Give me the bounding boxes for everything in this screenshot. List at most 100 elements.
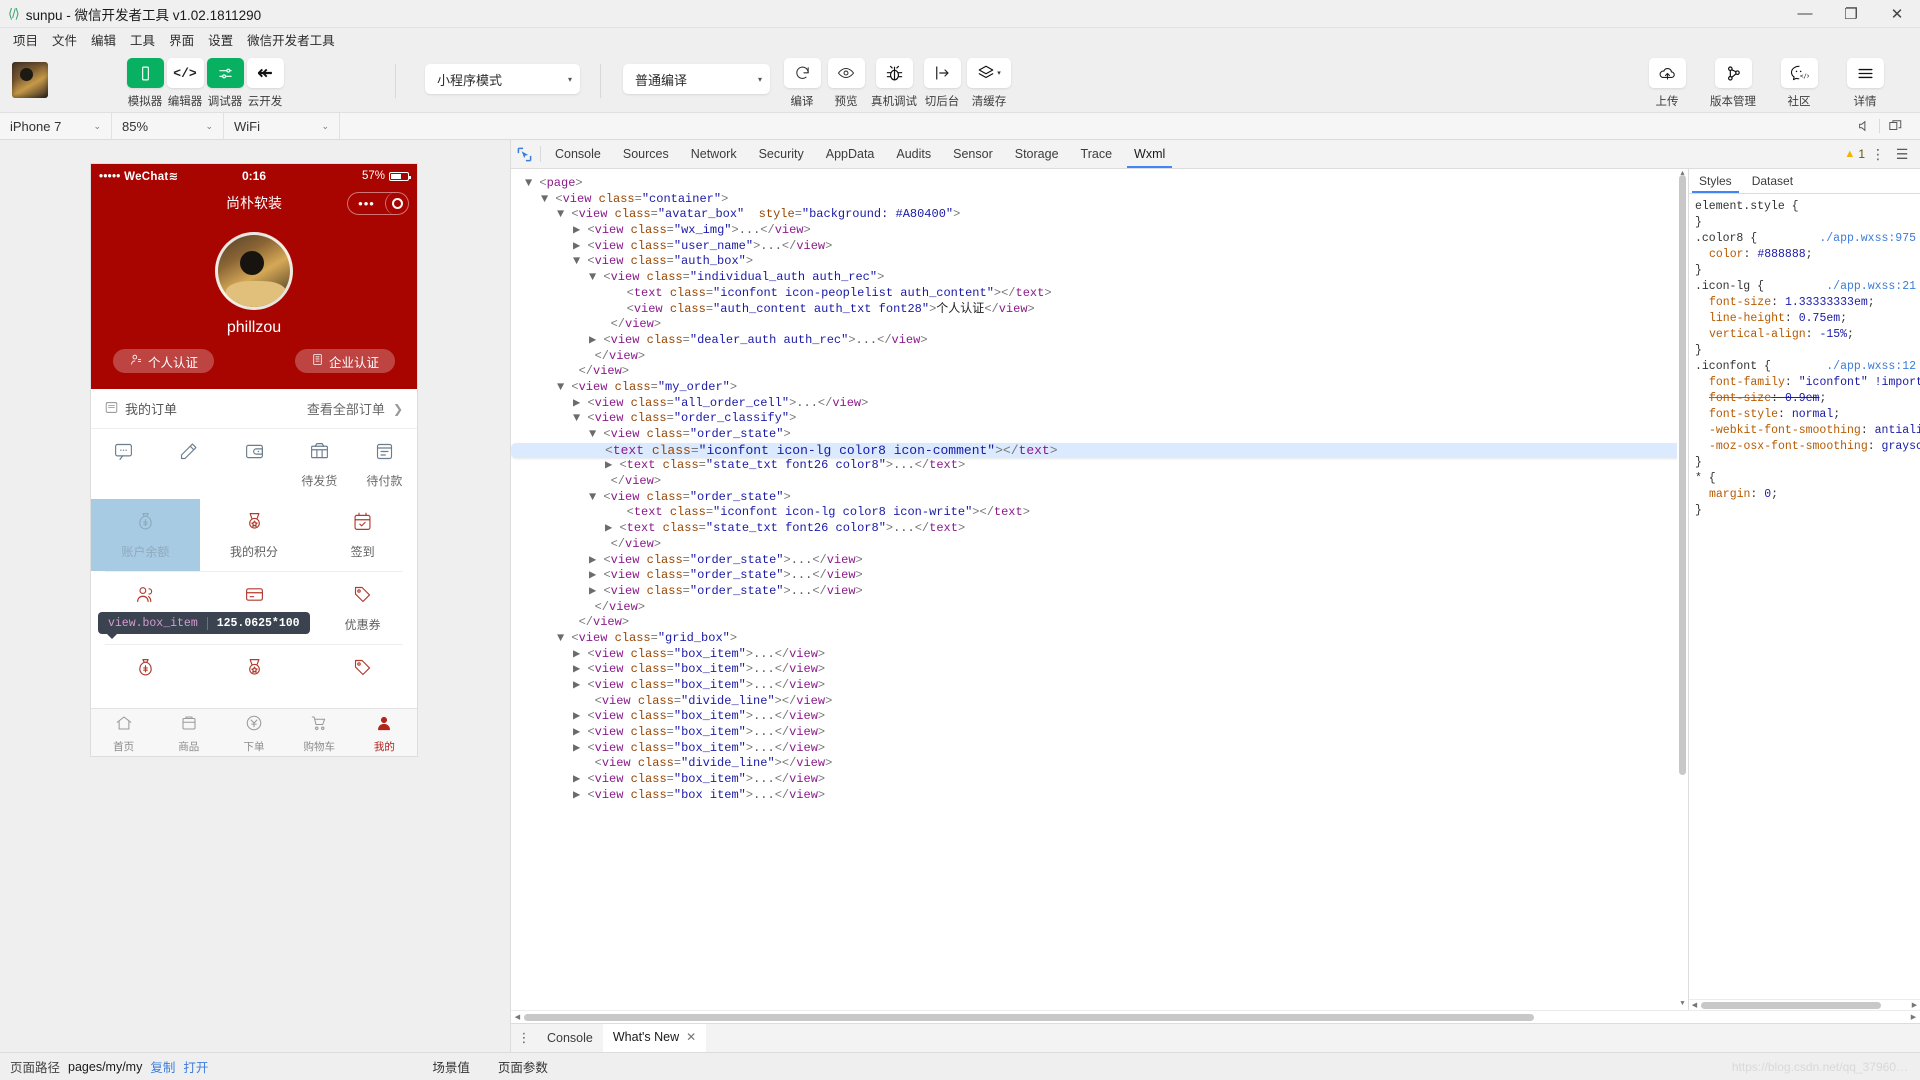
- style-declaration[interactable]: vertical-align: -15%;: [1695, 327, 1920, 343]
- hamburger-icon[interactable]: ☰: [1891, 146, 1913, 163]
- tabbar-item-0[interactable]: 首页: [91, 709, 156, 756]
- box-item[interactable]: [91, 645, 200, 700]
- tree-toggle-icon[interactable]: ▶: [589, 553, 596, 567]
- wxml-tree-row[interactable]: ▶ <text class="state_txt font26 color8">…: [511, 458, 1688, 474]
- wxml-tree-row[interactable]: </view>: [511, 364, 1688, 380]
- box-item[interactable]: [308, 645, 417, 700]
- project-avatar[interactable]: [12, 62, 48, 98]
- speaker-mute-icon[interactable]: [1851, 113, 1877, 139]
- tree-toggle-icon[interactable]: ▶: [573, 662, 580, 676]
- wxml-tree-row[interactable]: ▼ <view class="auth_box">: [511, 254, 1688, 270]
- close-button[interactable]: ✕: [1874, 0, 1920, 28]
- auth-pill-0[interactable]: 个人认证: [113, 349, 215, 373]
- tabbar-item-3[interactable]: 购物车: [287, 709, 352, 756]
- wxml-tree-row[interactable]: ▶ <view class="order_state">...</view>: [511, 553, 1688, 569]
- devtools-tab-sensor[interactable]: Sensor: [942, 140, 1004, 168]
- close-icon[interactable]: ✕: [686, 1030, 696, 1044]
- wxml-tree-row[interactable]: </view>: [511, 537, 1688, 553]
- tree-toggle-icon[interactable]: ▼: [557, 380, 564, 394]
- style-declaration[interactable]: font-size: 0.9em;: [1695, 391, 1920, 407]
- toolbar-right-1[interactable]: 版本管理: [1700, 58, 1766, 109]
- style-rule-source[interactable]: ./app.wxss:21: [1826, 279, 1920, 295]
- drawer-tab-what-s-new[interactable]: What's New ✕: [602, 1024, 707, 1052]
- inspect-cursor-icon[interactable]: [511, 140, 537, 168]
- wxml-tree[interactable]: ▼ <page> ▼ <view class="container"> ▼ <vie…: [511, 169, 1688, 1010]
- wxml-tree-row[interactable]: ▶ <view class="box_item">...</view>: [511, 741, 1688, 757]
- wxml-tree-row[interactable]: ▼ <view class="order_classify">: [511, 411, 1688, 427]
- wxml-tree-row[interactable]: <view class="divide_line"></view>: [511, 694, 1688, 710]
- wxml-tree-row[interactable]: ▼ <page>: [511, 176, 1688, 192]
- tree-toggle-icon[interactable]: ▶: [573, 741, 580, 755]
- wxml-tree-row[interactable]: ▶ <view class="order_state">...</view>: [511, 584, 1688, 600]
- styles-tab-styles[interactable]: Styles: [1689, 169, 1742, 193]
- toolbar-action-4[interactable]: ▾ 清缓存: [964, 58, 1014, 109]
- devtools-tab-console[interactable]: Console: [544, 140, 612, 168]
- scrollbar-thumb[interactable]: [1701, 1002, 1881, 1009]
- tree-toggle-icon[interactable]: ▶: [605, 521, 612, 535]
- tree-toggle-icon[interactable]: ▶: [573, 725, 580, 739]
- menu-item-0[interactable]: 项目: [6, 29, 45, 50]
- tree-toggle-icon[interactable]: ▼: [557, 631, 564, 645]
- toolbar-action-0[interactable]: 编译: [780, 58, 824, 109]
- devtools-tab-security[interactable]: Security: [748, 140, 815, 168]
- devtools-tab-sources[interactable]: Sources: [612, 140, 680, 168]
- kebab-menu-icon[interactable]: ⋮: [511, 1024, 537, 1052]
- order-state-0[interactable]: [91, 441, 156, 489]
- order-state-4[interactable]: 待付款: [352, 441, 417, 489]
- style-rule-selector[interactable]: element.style {: [1695, 199, 1920, 215]
- wxml-tree-row[interactable]: ▶ <view class="box item">...</view>: [511, 788, 1688, 804]
- tabbar-item-4[interactable]: 我的: [352, 709, 417, 756]
- box-item[interactable]: 账户余额: [91, 499, 200, 571]
- wxml-tree-row[interactable]: </view>: [511, 600, 1688, 616]
- scroll-right-icon[interactable]: ▶: [1907, 1011, 1920, 1024]
- menu-item-1[interactable]: 文件: [45, 29, 84, 50]
- copy-path-link[interactable]: 复制: [150, 1057, 175, 1076]
- toolbar-right-0[interactable]: 上传: [1634, 58, 1700, 109]
- tree-toggle-icon[interactable]: ▼: [525, 176, 532, 190]
- network-select[interactable]: WiFi ⌄: [224, 113, 340, 139]
- mode-select[interactable]: 小程序模式 ▾: [425, 64, 580, 94]
- tree-toggle-icon[interactable]: ▶: [573, 788, 580, 802]
- toolbar-panel-simulator[interactable]: 模拟器: [125, 58, 165, 109]
- wxml-tree-row[interactable]: ▼ <view class="order_state">: [511, 427, 1688, 443]
- tabbar-item-1[interactable]: 商品: [156, 709, 221, 756]
- menu-item-5[interactable]: 设置: [201, 29, 240, 50]
- tree-toggle-icon[interactable]: ▼: [589, 490, 596, 504]
- style-declaration[interactable]: line-height: 0.75em;: [1695, 311, 1920, 327]
- detach-window-icon[interactable]: [1882, 113, 1908, 139]
- devtools-tab-wxml[interactable]: Wxml: [1123, 140, 1176, 168]
- menu-item-2[interactable]: 编辑: [84, 29, 123, 50]
- toolbar-panel-editor[interactable]: </> 编辑器: [165, 58, 205, 109]
- devtools-tab-audits[interactable]: Audits: [885, 140, 942, 168]
- order-state-1[interactable]: [156, 441, 221, 489]
- tree-toggle-icon[interactable]: ▼: [589, 427, 596, 441]
- tree-toggle-icon[interactable]: ▶: [573, 709, 580, 723]
- devtools-tab-appdata[interactable]: AppData: [815, 140, 886, 168]
- styles-hscrollbar[interactable]: ◀ ▶: [1689, 999, 1920, 1010]
- wxml-tree-row[interactable]: ▶ <view class="user_name">...</view>: [511, 239, 1688, 255]
- tree-toggle-icon[interactable]: ▶: [573, 396, 580, 410]
- style-declaration[interactable]: color: #888888;: [1695, 247, 1920, 263]
- tree-toggle-icon[interactable]: ▼: [573, 254, 580, 268]
- tree-toggle-icon[interactable]: ▶: [589, 584, 596, 598]
- order-state-2[interactable]: [221, 441, 286, 489]
- minimize-button[interactable]: —: [1782, 0, 1828, 28]
- wxml-tree-row[interactable]: ▼ <view class="container">: [511, 192, 1688, 208]
- page-params-label[interactable]: 页面参数: [484, 1057, 562, 1076]
- toolbar-action-1[interactable]: 预览: [824, 58, 868, 109]
- wxml-tree-row[interactable]: ▼ <view class="my_order">: [511, 380, 1688, 396]
- styles-rules[interactable]: element.style {} .color8 {./app.wxss:975 c…: [1689, 194, 1920, 999]
- menu-item-4[interactable]: 界面: [162, 29, 201, 50]
- wxml-tree-row[interactable]: <text class="iconfont icon-lg color8 ico…: [511, 442, 1688, 459]
- tree-toggle-icon[interactable]: ▶: [573, 678, 580, 692]
- styles-tab-dataset[interactable]: Dataset: [1742, 169, 1803, 193]
- box-item[interactable]: 签到: [308, 499, 417, 571]
- auth-pill-1[interactable]: 企业认证: [294, 349, 395, 373]
- toolbar-action-3[interactable]: 切后台: [920, 58, 964, 109]
- toolbar-action-2[interactable]: 真机调试: [868, 58, 920, 109]
- devtools-tab-trace[interactable]: Trace: [1070, 140, 1124, 168]
- devtools-tab-network[interactable]: Network: [680, 140, 748, 168]
- zoom-select[interactable]: 85% ⌄: [112, 113, 224, 139]
- toolbar-panel-debugger[interactable]: 调试器: [205, 58, 245, 109]
- wxml-tree-row[interactable]: <text class="iconfont icon-lg color8 ico…: [511, 505, 1688, 521]
